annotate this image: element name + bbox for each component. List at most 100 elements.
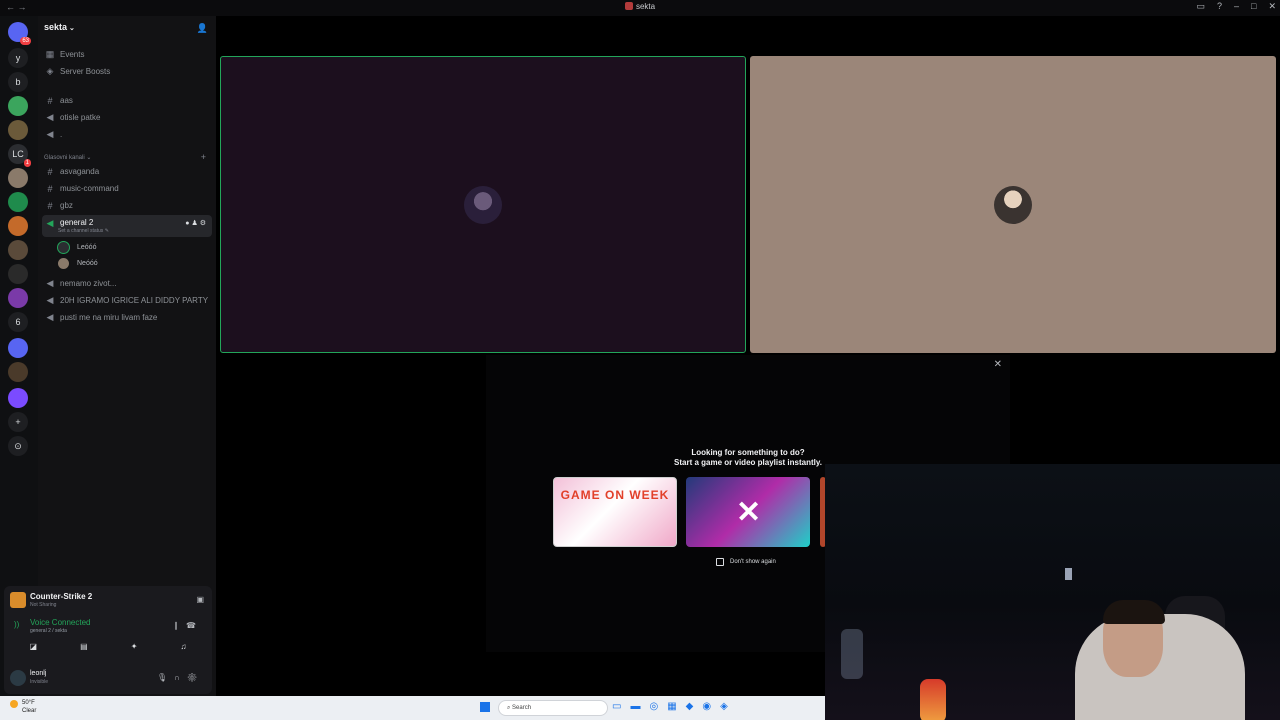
avatar[interactable] <box>10 670 26 686</box>
weather-widget[interactable]: 50°F Clear <box>10 700 36 715</box>
channel-20h[interactable]: ◀ 20H IGRAMO IGRICE ALI DIDDY PARTY <box>42 293 212 308</box>
server-icon[interactable] <box>8 388 28 408</box>
server-icon[interactable]: + <box>8 412 28 432</box>
weather-temp: 50°F <box>22 700 35 706</box>
channel-asvaganda[interactable]: # asvaganda <box>42 164 212 179</box>
minimize-button[interactable]: – <box>1234 1 1239 12</box>
voice-user[interactable]: Leóóó <box>58 240 96 254</box>
screen-share-icon[interactable]: ▣ <box>196 595 204 604</box>
invite-icon[interactable]: 👤 <box>197 23 208 34</box>
server-icon[interactable] <box>8 338 28 358</box>
avatar <box>464 185 502 224</box>
voice-actions: ∥☎ <box>174 621 204 630</box>
voice-connected-label[interactable]: Voice Connected <box>30 618 91 627</box>
file-explorer-icon[interactable]: ▭ <box>612 701 630 712</box>
server-header[interactable]: sekta ⌄ <box>44 22 75 32</box>
server-icon[interactable] <box>8 264 28 284</box>
server-boosts-label: Server Boosts <box>60 67 111 76</box>
participant-tile[interactable] <box>220 56 746 353</box>
server-icon[interactable]: ⊙ <box>8 436 28 456</box>
channel-tools: ●♟⚙ <box>185 219 208 227</box>
channel-otisle-patke[interactable]: ◀ otisle patke <box>42 110 212 125</box>
share-screen-icon[interactable]: ▤ <box>80 642 88 656</box>
user-name[interactable]: leonlj <box>30 670 46 677</box>
voice-action-buttons: ◪ ▤ ✦ ♫ <box>8 642 208 656</box>
taskbar-search[interactable]: ⌕ Search <box>498 700 608 716</box>
voice-user-name: Leóóó <box>77 243 97 251</box>
signal-icon[interactable]: )) <box>14 620 19 629</box>
channel-label: pusti me na miru livam faze <box>60 313 158 322</box>
channel-dot[interactable]: ◀. <box>42 127 212 142</box>
invite-member-icon[interactable]: ♟ <box>191 220 199 227</box>
settings-icon[interactable]: ⚙ <box>200 220 208 227</box>
settings-icon[interactable]: ⚙ <box>187 673 204 682</box>
server-icon[interactable]: 6 <box>8 312 28 332</box>
unread-badge: 63 <box>20 37 31 45</box>
server-icon[interactable] <box>8 120 28 140</box>
server-icon[interactable] <box>8 240 28 260</box>
channel-gbz[interactable]: # gbz <box>42 198 212 213</box>
taskbar: 50°F Clear ⌕ Search ▭▬◎▦◆◉◈ <box>0 696 825 720</box>
channel-label: . <box>60 130 63 139</box>
edge-icon[interactable]: ◎ <box>649 701 667 712</box>
microphone-icon[interactable]: 🎙 <box>157 673 174 682</box>
dont-show-again-checkbox[interactable]: Don't show again <box>716 558 776 566</box>
channel-general-2[interactable]: ◀ general 2 Set a channel status ✎ ●♟⚙ <box>42 215 212 237</box>
server-icon[interactable]: b <box>8 72 28 92</box>
soundboard-icon[interactable]: ♫ <box>180 642 186 656</box>
participant-tile[interactable] <box>750 56 1276 353</box>
activities-icon[interactable]: ✦ <box>131 642 138 656</box>
camera-off-icon[interactable]: ◪ <box>30 642 38 656</box>
events-item[interactable]: ▦ Events <box>42 47 212 62</box>
server-boosts-item[interactable]: ◈ Server Boosts <box>42 64 212 79</box>
server-icon[interactable] <box>8 192 28 212</box>
server-icon[interactable] <box>8 288 28 308</box>
account-row: leonlj Invisible 🎙∩⚙ <box>8 668 208 688</box>
help-icon[interactable]: ? <box>1217 1 1222 12</box>
add-channel-icon[interactable]: + <box>201 152 206 162</box>
server-icon[interactable]: LC 1 <box>8 144 31 167</box>
channel-pusti-me[interactable]: ◀ pusti me na miru livam faze <box>42 310 212 325</box>
server-name: sekta <box>44 22 68 32</box>
game-title: Counter-Strike 2 <box>30 592 93 601</box>
close-button[interactable]: ✕ <box>1268 1 1276 12</box>
user-panel: Counter-Strike 2 Not Sharing ▣ )) Voice … <box>4 586 212 694</box>
brave-icon[interactable]: ◆ <box>686 701 703 712</box>
shelf-light <box>1065 568 1072 580</box>
server-icon[interactable] <box>8 96 28 116</box>
headphones-icon[interactable]: ∩ <box>174 673 187 682</box>
hash-icon: # <box>47 95 53 106</box>
activity-card[interactable]: GAME ON WEEK <box>553 477 677 547</box>
folder-icon[interactable]: ▬ <box>630 701 649 712</box>
window-title-text: sekta <box>635 2 656 11</box>
channel-nemamo-zivot[interactable]: ◀ nemamo zivot... <box>42 276 212 291</box>
activity-card[interactable]: ✕ <box>686 477 810 547</box>
streamer-hair <box>1103 600 1165 624</box>
discord-icon[interactable]: ◈ <box>720 701 737 712</box>
chrome-icon[interactable]: ◉ <box>702 701 720 712</box>
windows-start-icon[interactable] <box>480 702 490 712</box>
voice-user[interactable]: Neóóó <box>58 256 98 270</box>
channel-music-command[interactable]: # music-command <box>42 181 212 196</box>
server-icon[interactable] <box>8 216 28 236</box>
inbox-icon[interactable]: ▭ <box>1196 1 1205 12</box>
voice-user-name: Neóóó <box>77 259 98 267</box>
weather-condition: Clear <box>22 708 37 714</box>
server-icon[interactable] <box>8 362 28 382</box>
server-icon[interactable]: 63 <box>8 22 31 45</box>
sun-icon <box>10 700 18 708</box>
noise-suppression-icon[interactable]: ∥ <box>174 621 186 630</box>
category-header[interactable]: Glasovni kanali ⌄ <box>44 154 91 161</box>
hash-icon: # <box>47 183 53 194</box>
channel-status-hint[interactable]: Set a channel status ✎ <box>58 228 109 234</box>
server-icon[interactable] <box>8 168 28 188</box>
server-icon[interactable]: y <box>8 48 28 68</box>
water-bottle <box>841 629 863 679</box>
close-icon[interactable]: ✕ <box>994 359 1002 370</box>
dont-show-again-label: Don't show again <box>730 559 776 565</box>
store-icon[interactable]: ▦ <box>667 701 685 712</box>
maximize-button[interactable]: □ <box>1251 1 1256 12</box>
channel-aas[interactable]: # aas <box>42 93 212 108</box>
disconnect-icon[interactable]: ☎ <box>186 621 204 630</box>
channel-label: gbz <box>60 201 73 210</box>
